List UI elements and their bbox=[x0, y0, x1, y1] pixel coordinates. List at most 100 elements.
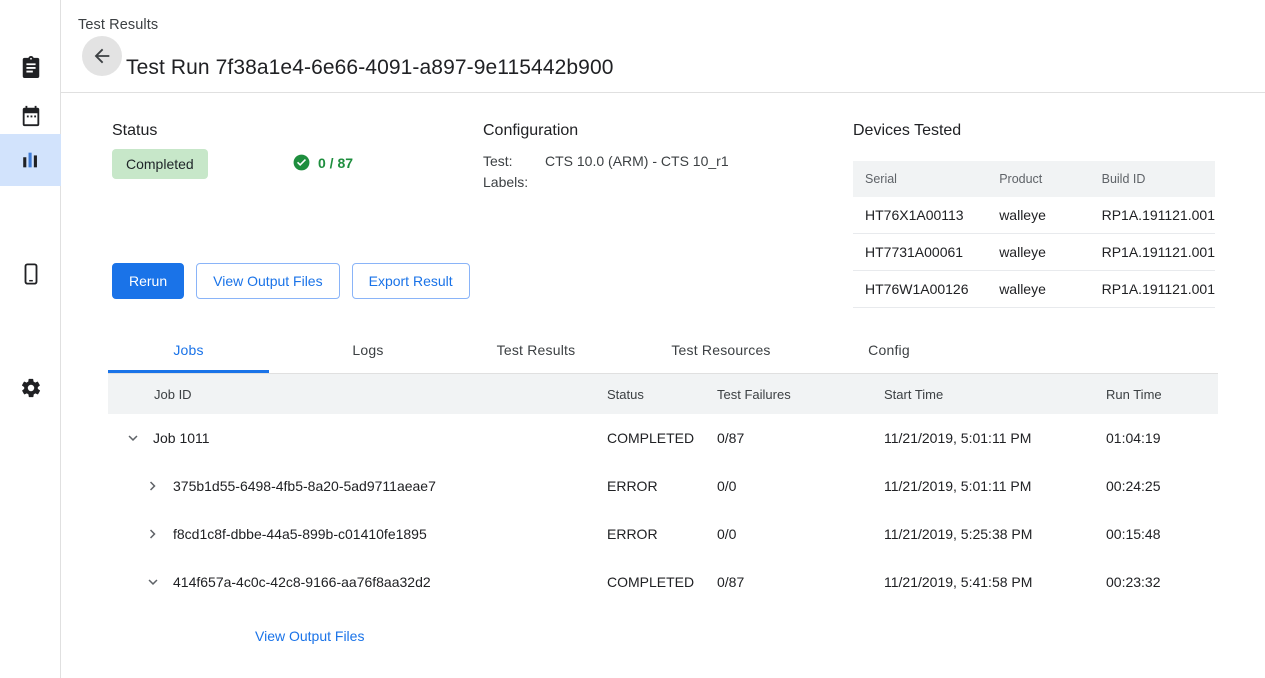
devices-cell: HT7731A00061 bbox=[853, 234, 987, 271]
job-id-label: 375b1d55-6498-4fb5-8a20-5ad9711aeae7 bbox=[173, 478, 436, 494]
export-result-button[interactable]: Export Result bbox=[352, 263, 470, 299]
job-run-time-cell: 00:24:25 bbox=[1106, 462, 1218, 510]
devices-table-row: HT7731A00061walleyeRP1A.191121.001 bbox=[853, 234, 1215, 271]
view-output-files-button[interactable]: View Output Files bbox=[196, 263, 339, 299]
rerun-button[interactable]: Rerun bbox=[112, 263, 184, 299]
devices-cell: HT76W1A00126 bbox=[853, 271, 987, 308]
tab-bar: Jobs Logs Test Results Test Resources Config bbox=[108, 327, 1218, 374]
jobs-table-row[interactable]: 375b1d55-6498-4fb5-8a20-5ad9711aeae7 ERRO… bbox=[108, 462, 1218, 510]
page-title: Test Run 7f38a1e4-6e66-4091-a897-9e11544… bbox=[126, 56, 614, 80]
back-button[interactable] bbox=[82, 36, 122, 76]
devices-table: SerialProductBuild ID HT76X1A00113walley… bbox=[853, 161, 1215, 308]
tab-test-results[interactable]: Test Results bbox=[454, 327, 618, 373]
job-run-time-cell: 01:04:19 bbox=[1106, 414, 1218, 462]
jobs-header-row: Job IDStatusTest FailuresStart TimeRun T… bbox=[108, 374, 1218, 414]
arrow-left-icon bbox=[91, 45, 113, 67]
tab-test-resources[interactable]: Test Resources bbox=[631, 327, 811, 373]
chevron-right-icon[interactable] bbox=[141, 522, 165, 546]
sidebar-item-settings[interactable] bbox=[0, 362, 61, 414]
action-button-row: Rerun View Output Files Export Result bbox=[112, 263, 470, 299]
pass-summary: 0 / 87 bbox=[292, 153, 353, 172]
chevron-down-icon[interactable] bbox=[121, 426, 145, 450]
devices-cell: RP1A.191121.001 bbox=[1090, 234, 1215, 271]
job-start-time-cell: 11/21/2019, 5:01:11 PM bbox=[884, 414, 1106, 462]
gear-icon bbox=[20, 377, 42, 399]
job-test-failures-cell: 0/0 bbox=[717, 510, 884, 558]
calendar-icon bbox=[20, 105, 42, 127]
devices-cell: HT76X1A00113 bbox=[853, 197, 987, 234]
devices-header-row: SerialProductBuild ID bbox=[853, 161, 1215, 197]
job-test-failures-cell: 0/0 bbox=[717, 462, 884, 510]
page-header: Test Results Test Run 7f38a1e4-6e66-4091… bbox=[61, 0, 1265, 93]
job-status-cell: COMPLETED bbox=[607, 414, 717, 462]
job-status-cell: COMPLETED bbox=[607, 558, 717, 606]
clipboard-icon bbox=[20, 56, 42, 78]
jobs-table-row[interactable]: f8cd1c8f-dbbe-44a5-899b-c01410fe1895 ERRO… bbox=[108, 510, 1218, 558]
devices-column-header: Product bbox=[987, 161, 1089, 197]
breadcrumb[interactable]: Test Results bbox=[78, 17, 158, 33]
devices-cell: RP1A.191121.001 bbox=[1090, 197, 1215, 234]
jobs-column-header: Test Failures bbox=[717, 374, 884, 414]
phone-icon bbox=[20, 263, 42, 285]
sidebar bbox=[0, 0, 61, 678]
jobs-column-header: Run Time bbox=[1106, 374, 1218, 414]
jobs-column-header: Status bbox=[607, 374, 717, 414]
job-id-cell: 375b1d55-6498-4fb5-8a20-5ad9711aeae7 bbox=[108, 462, 607, 510]
jobs-table-body: Job 1011COMPLETED0/8711/21/2019, 5:01:11… bbox=[108, 414, 1218, 606]
tab-config[interactable]: Config bbox=[830, 327, 948, 373]
devices-section-title: Devices Tested bbox=[853, 122, 961, 140]
configuration-list: Test:CTS 10.0 (ARM) - CTS 10_r1Labels: bbox=[483, 151, 729, 193]
job-status-cell: ERROR bbox=[607, 510, 717, 558]
view-output-files-link[interactable]: View Output Files bbox=[255, 628, 364, 644]
config-row: Test:CTS 10.0 (ARM) - CTS 10_r1 bbox=[483, 151, 729, 172]
pass-count: 0 / 87 bbox=[318, 155, 353, 171]
sidebar-item-devices[interactable] bbox=[0, 248, 61, 300]
jobs-column-header: Start Time bbox=[884, 374, 1106, 414]
job-test-failures-cell: 0/87 bbox=[717, 414, 884, 462]
job-test-failures-cell: 0/87 bbox=[717, 558, 884, 606]
chevron-down-icon[interactable] bbox=[141, 570, 165, 594]
config-key: Test: bbox=[483, 151, 545, 172]
jobs-table-head: Job IDStatusTest FailuresStart TimeRun T… bbox=[108, 374, 1218, 414]
job-start-time-cell: 11/21/2019, 5:41:58 PM bbox=[884, 558, 1106, 606]
devices-column-header: Build ID bbox=[1090, 161, 1215, 197]
tab-jobs[interactable]: Jobs bbox=[108, 327, 269, 373]
devices-column-header: Serial bbox=[853, 161, 987, 197]
sidebar-item-results[interactable] bbox=[0, 134, 61, 186]
devices-table-row: HT76W1A00126walleyeRP1A.191121.001 bbox=[853, 271, 1215, 308]
job-id-cell: Job 1011 bbox=[108, 414, 607, 462]
chevron-right-icon[interactable] bbox=[141, 474, 165, 498]
job-run-time-cell: 00:23:32 bbox=[1106, 558, 1218, 606]
job-id-cell: 414f657a-4c0c-42c8-9166-aa76f8aa32d2 bbox=[108, 558, 607, 606]
config-key: Labels: bbox=[483, 172, 545, 193]
bar-chart-icon bbox=[20, 149, 42, 171]
status-badge: Completed bbox=[112, 149, 208, 179]
devices-cell: RP1A.191121.001 bbox=[1090, 271, 1215, 308]
jobs-table-row[interactable]: Job 1011 COMPLETED0/8711/21/2019, 5:01:11… bbox=[108, 414, 1218, 462]
devices-table-body: HT76X1A00113walleyeRP1A.191121.001HT7731… bbox=[853, 197, 1215, 308]
check-circle-icon bbox=[292, 153, 311, 172]
content-area: Status Completed 0 / 87 Rerun View Output… bbox=[61, 93, 1265, 678]
jobs-column-header: Job ID bbox=[108, 374, 607, 414]
sidebar-item-test-results[interactable] bbox=[0, 41, 61, 93]
job-start-time-cell: 11/21/2019, 5:01:11 PM bbox=[884, 462, 1106, 510]
jobs-table-row[interactable]: 414f657a-4c0c-42c8-9166-aa76f8aa32d2 COMP… bbox=[108, 558, 1218, 606]
job-status-cell: ERROR bbox=[607, 462, 717, 510]
devices-table-row: HT76X1A00113walleyeRP1A.191121.001 bbox=[853, 197, 1215, 234]
job-run-time-cell: 00:15:48 bbox=[1106, 510, 1218, 558]
job-start-time-cell: 11/21/2019, 5:25:38 PM bbox=[884, 510, 1106, 558]
devices-cell: walleye bbox=[987, 234, 1089, 271]
job-id-label: 414f657a-4c0c-42c8-9166-aa76f8aa32d2 bbox=[173, 574, 431, 590]
configuration-section-title: Configuration bbox=[483, 122, 578, 140]
config-row: Labels: bbox=[483, 172, 729, 193]
job-id-label: f8cd1c8f-dbbe-44a5-899b-c01410fe1895 bbox=[173, 526, 427, 542]
jobs-table: Job IDStatusTest FailuresStart TimeRun T… bbox=[108, 374, 1218, 606]
config-value: CTS 10.0 (ARM) - CTS 10_r1 bbox=[545, 151, 729, 172]
devices-table-head: SerialProductBuild ID bbox=[853, 161, 1215, 197]
devices-cell: walleye bbox=[987, 197, 1089, 234]
job-id-label: Job 1011 bbox=[153, 430, 210, 446]
job-id-cell: f8cd1c8f-dbbe-44a5-899b-c01410fe1895 bbox=[108, 510, 607, 558]
app-root: Test Results Test Run 7f38a1e4-6e66-4091… bbox=[0, 0, 1265, 678]
tab-logs[interactable]: Logs bbox=[313, 327, 423, 373]
status-section-title: Status bbox=[112, 122, 157, 140]
